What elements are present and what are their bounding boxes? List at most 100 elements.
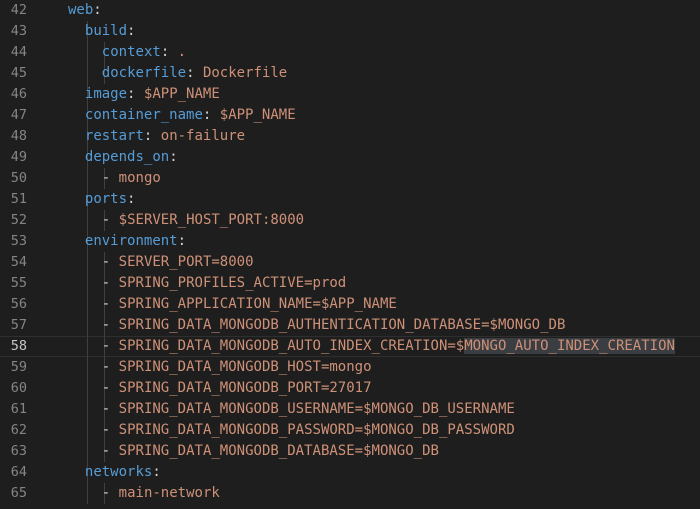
yaml-separator: : bbox=[169, 149, 178, 165]
code-line[interactable]: 42 web: bbox=[0, 0, 700, 21]
code-line[interactable]: 47 container_name: $APP_NAME bbox=[0, 105, 700, 126]
yaml-separator: : bbox=[160, 44, 178, 60]
code-line[interactable]: 63 - SPRING_DATA_MONGODB_DATABASE=$MONGO_… bbox=[0, 441, 700, 462]
yaml-list-dash: - bbox=[101, 212, 119, 228]
code-text: build: bbox=[85, 21, 136, 42]
code-line[interactable]: 50 - mongo bbox=[0, 168, 700, 189]
code-text: image: $APP_NAME bbox=[85, 84, 220, 105]
yaml-list-dash: - bbox=[101, 296, 119, 312]
yaml-value: SPRING_DATA_MONGODB_USERNAME=$MONGO_DB_U… bbox=[118, 401, 515, 417]
code-line[interactable]: 52 - $SERVER_HOST_PORT:8000 bbox=[0, 210, 700, 231]
line-number: 61 bbox=[10, 401, 27, 417]
yaml-list-dash: - bbox=[101, 401, 119, 417]
code-line[interactable]: 65 - main-network bbox=[0, 483, 700, 504]
code-text: - SPRING_DATA_MONGODB_AUTHENTICATION_DAT… bbox=[102, 315, 566, 336]
line-number: 65 bbox=[10, 485, 27, 501]
yaml-list-dash: - bbox=[101, 422, 119, 438]
yaml-value: main-network bbox=[118, 485, 220, 501]
code-line[interactable]: 61 - SPRING_DATA_MONGODB_USERNAME=$MONGO_… bbox=[0, 399, 700, 420]
code-line[interactable]: 56 - SPRING_APPLICATION_NAME=$APP_NAME bbox=[0, 294, 700, 315]
selection-highlight: MONGO_AUTO_INDEX_CREATION bbox=[464, 338, 675, 354]
yaml-key: web bbox=[68, 2, 94, 18]
line-number: 43 bbox=[10, 23, 27, 39]
indent-guide bbox=[86, 357, 88, 378]
code-line[interactable]: 55 - SPRING_PROFILES_ACTIVE=prod bbox=[0, 273, 700, 294]
yaml-list-dash: - bbox=[101, 338, 119, 354]
code-line[interactable]: 54 - SERVER_PORT=8000 bbox=[0, 252, 700, 273]
code-line[interactable]: 59 - SPRING_DATA_MONGODB_HOST=mongo bbox=[0, 357, 700, 378]
indent-guide bbox=[86, 273, 88, 294]
code-text: container_name: $APP_NAME bbox=[85, 105, 296, 126]
code-line[interactable]: 44 context: . bbox=[0, 42, 700, 63]
yaml-key: dockerfile bbox=[101, 65, 187, 81]
indent-guide bbox=[86, 168, 88, 189]
line-number: 54 bbox=[10, 254, 27, 270]
line-number: 48 bbox=[10, 128, 27, 144]
code-text: networks: bbox=[85, 462, 161, 483]
code-line[interactable]: 58 - SPRING_DATA_MONGODB_AUTO_INDEX_CREAT… bbox=[0, 336, 700, 357]
yaml-separator: : bbox=[152, 464, 161, 480]
code-line[interactable]: 43 build: bbox=[0, 21, 700, 42]
line-number: 63 bbox=[10, 443, 27, 459]
line-number: 62 bbox=[10, 422, 27, 438]
yaml-list-dash: - bbox=[101, 275, 119, 291]
yaml-list-dash: - bbox=[101, 485, 119, 501]
line-number: 58 bbox=[10, 338, 27, 354]
yaml-value: $SERVER_HOST_PORT:8000 bbox=[118, 212, 305, 228]
code-line[interactable]: 51 ports: bbox=[0, 189, 700, 210]
yaml-list-dash: - bbox=[101, 317, 119, 333]
yaml-list-dash: - bbox=[101, 254, 119, 270]
indent-guide bbox=[86, 42, 88, 63]
code-line[interactable]: 62 - SPRING_DATA_MONGODB_PASSWORD=$MONGO_… bbox=[0, 420, 700, 441]
yaml-separator: : bbox=[143, 128, 161, 144]
yaml-value: $APP_NAME bbox=[143, 86, 220, 102]
indent-guide bbox=[86, 210, 88, 231]
line-number: 50 bbox=[10, 170, 27, 186]
line-number: 44 bbox=[10, 44, 27, 60]
indent-guide bbox=[86, 294, 88, 315]
yaml-value: SPRING_DATA_MONGODB_PORT=27017 bbox=[118, 380, 372, 396]
code-line[interactable]: 46 image: $APP_NAME bbox=[0, 84, 700, 105]
code-editor[interactable]: 42 web: 43 build: 44 context: . 45 dockerfile: … bbox=[0, 0, 700, 509]
line-number: 55 bbox=[10, 275, 27, 291]
indent-guide bbox=[86, 420, 88, 441]
line-number: 52 bbox=[10, 212, 27, 228]
yaml-value: SPRING_PROFILES_ACTIVE=prod bbox=[118, 275, 347, 291]
yaml-key: environment bbox=[84, 233, 178, 249]
code-text: depends_on: bbox=[85, 147, 178, 168]
yaml-value: SPRING_DATA_MONGODB_AUTO_INDEX_CREATION=… bbox=[118, 338, 465, 354]
code-text: - SERVER_PORT=8000 bbox=[102, 252, 254, 273]
indent-guide bbox=[86, 399, 88, 420]
line-number: 47 bbox=[10, 107, 27, 123]
code-text: - SPRING_DATA_MONGODB_USERNAME=$MONGO_DB… bbox=[102, 399, 515, 420]
indent-guide bbox=[86, 63, 88, 84]
indent-guide bbox=[86, 315, 88, 336]
yaml-separator: : bbox=[127, 86, 144, 102]
yaml-key: build bbox=[84, 23, 128, 39]
code-text: web: bbox=[68, 0, 102, 21]
yaml-list-dash: - bbox=[101, 443, 119, 459]
yaml-separator: : bbox=[186, 65, 203, 81]
code-text: environment: bbox=[85, 231, 186, 252]
code-line[interactable]: 64 networks: bbox=[0, 462, 700, 483]
yaml-key: networks bbox=[84, 464, 153, 480]
code-text: restart: on-failure bbox=[85, 126, 245, 147]
yaml-list-dash: - bbox=[101, 359, 119, 375]
code-line[interactable]: 57 - SPRING_DATA_MONGODB_AUTHENTICATION_D… bbox=[0, 315, 700, 336]
code-line[interactable]: 49 depends_on: bbox=[0, 147, 700, 168]
code-text: - SPRING_PROFILES_ACTIVE=prod bbox=[102, 273, 346, 294]
code-line[interactable]: 45 dockerfile: Dockerfile bbox=[0, 63, 700, 84]
indent-guide bbox=[86, 483, 88, 504]
yaml-separator: : bbox=[202, 107, 220, 123]
code-line[interactable]: 60 - SPRING_DATA_MONGODB_PORT=27017 bbox=[0, 378, 700, 399]
line-number: 60 bbox=[10, 380, 27, 396]
line-number: 59 bbox=[10, 359, 27, 375]
yaml-list-dash: - bbox=[101, 380, 119, 396]
line-number: 53 bbox=[10, 233, 27, 249]
code-text: - mongo bbox=[102, 168, 161, 189]
yaml-separator: : bbox=[93, 2, 102, 18]
code-line[interactable]: 48 restart: on-failure bbox=[0, 126, 700, 147]
yaml-value: . bbox=[177, 44, 187, 60]
yaml-key: context bbox=[101, 44, 161, 60]
code-line[interactable]: 53 environment: bbox=[0, 231, 700, 252]
